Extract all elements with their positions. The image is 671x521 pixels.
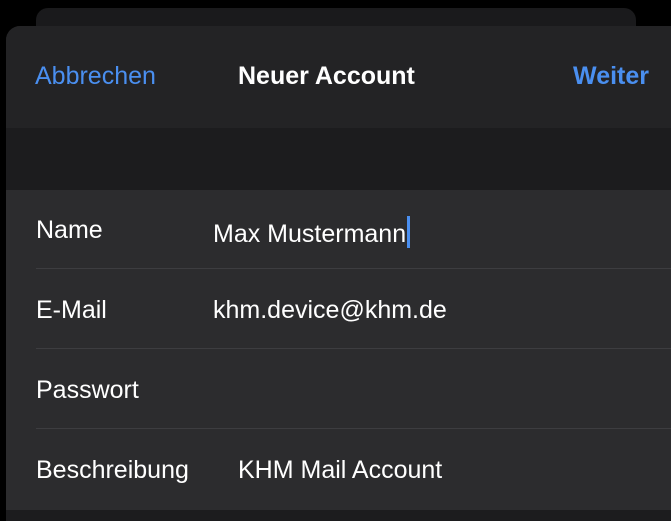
row-divider (36, 268, 671, 269)
row-divider (36, 428, 671, 429)
new-account-sheet: Abbrechen Neuer Account Weiter Name Max … (6, 26, 671, 521)
name-field-value: Max Mustermann (213, 220, 407, 248)
cancel-button[interactable]: Abbrechen (35, 62, 156, 91)
name-field[interactable]: Max Mustermann (213, 216, 411, 249)
page-title: Neuer Account (238, 62, 415, 90)
name-row[interactable]: Name Max Mustermann (6, 190, 671, 269)
description-label: Beschreibung (36, 456, 189, 484)
text-cursor (407, 216, 411, 248)
description-row[interactable]: Beschreibung KHM Mail Account (6, 430, 671, 509)
row-divider (36, 348, 671, 349)
email-label: E-Mail (36, 296, 107, 324)
name-label: Name (36, 216, 103, 244)
password-label: Passwort (36, 376, 139, 404)
password-row[interactable]: Passwort (6, 350, 671, 429)
navigation-bar: Abbrechen Neuer Account Weiter (6, 26, 671, 128)
description-field[interactable]: KHM Mail Account (238, 456, 442, 485)
section-spacer (6, 128, 671, 190)
email-field[interactable]: khm.device@khm.de (213, 296, 447, 325)
email-row[interactable]: E-Mail khm.device@khm.de (6, 270, 671, 349)
next-button[interactable]: Weiter (573, 62, 649, 91)
account-form: Name Max Mustermann E-Mail khm.device@kh… (6, 190, 671, 510)
